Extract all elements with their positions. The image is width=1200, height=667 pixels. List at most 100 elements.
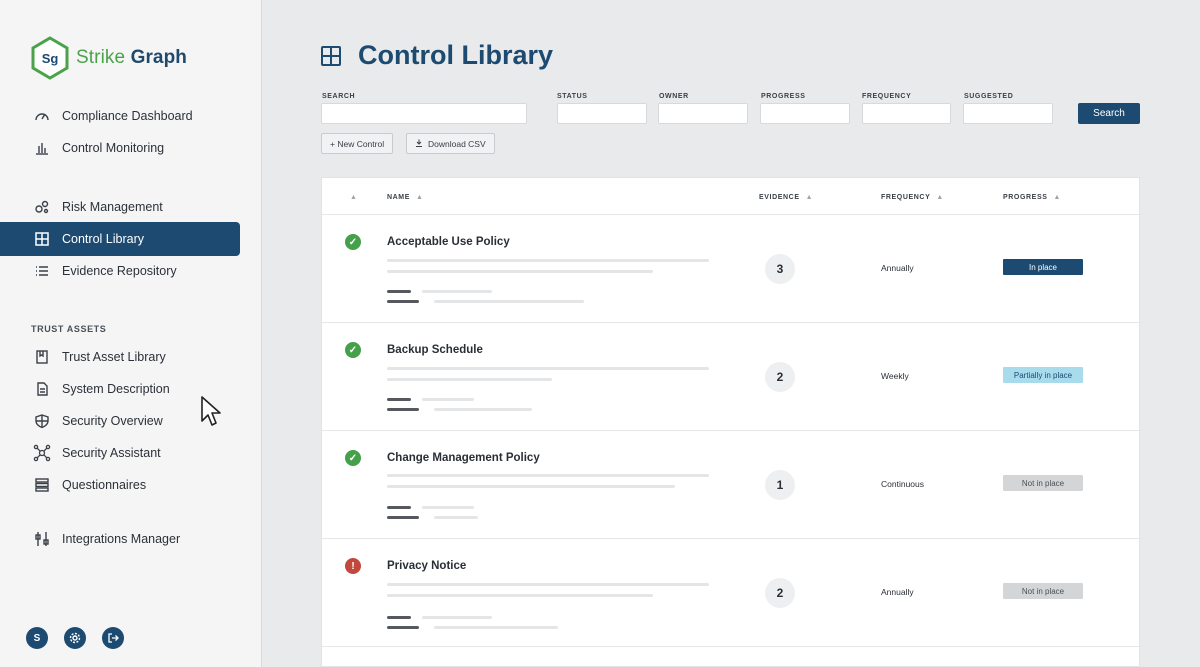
placeholder-line — [434, 300, 584, 303]
filter-label-owner: OWNER — [659, 93, 689, 100]
page-title-text: Control Library — [358, 40, 554, 70]
column-header-name[interactable]: NAME ▲ — [387, 194, 424, 201]
control-name[interactable]: Change Management Policy — [387, 452, 540, 464]
page-title: Control Library — [320, 40, 553, 71]
progress-filter[interactable] — [760, 103, 850, 124]
column-header-label: PROGRESS — [1003, 194, 1048, 201]
logo[interactable]: Sg Strike Graph — [30, 36, 187, 80]
sort-icon: ▲ — [805, 194, 814, 201]
search-input[interactable] — [321, 103, 527, 124]
alert-icon: ! — [345, 558, 361, 574]
column-header-label: NAME — [387, 194, 411, 201]
nav-label: Evidence Repository — [62, 264, 177, 278]
download-csv-button[interactable]: Download CSV — [406, 133, 495, 154]
placeholder-line — [422, 398, 474, 401]
stack-icon — [32, 475, 52, 495]
owner-filter[interactable] — [658, 103, 748, 124]
control-name[interactable]: Acceptable Use Policy — [387, 236, 510, 248]
network-icon — [32, 443, 52, 463]
nav-label: Security Assistant — [62, 446, 161, 460]
placeholder-line — [387, 398, 411, 401]
bar-chart-icon — [32, 138, 52, 158]
table-row[interactable]: ✓ Backup Schedule 2 Weekly Partially in … — [322, 323, 1139, 431]
table-row[interactable]: ✓ Acceptable Use Policy 3 Annually In pl… — [322, 215, 1139, 323]
risk-circles-icon — [32, 197, 52, 217]
nav-label: Integrations Manager — [62, 532, 181, 546]
frequency-value: Weekly — [881, 371, 909, 381]
nav-questionnaires[interactable]: Questionnaires — [0, 468, 240, 502]
placeholder-line — [422, 506, 474, 509]
controls-table: ▲ NAME ▲ EVIDENCE ▲ FREQUENCY ▲ PROGRESS ▲ ✓… — [321, 177, 1140, 667]
nav-trust-asset-library[interactable]: Trust Asset Library — [0, 340, 240, 374]
download-csv-label: Download CSV — [428, 138, 486, 149]
search-button[interactable]: Search — [1078, 103, 1140, 124]
suggested-filter[interactable] — [963, 103, 1053, 124]
frequency-filter[interactable] — [862, 103, 951, 124]
placeholder-line — [387, 259, 709, 262]
nav-compliance-dashboard[interactable]: Compliance Dashboard — [0, 99, 240, 133]
column-header-label: EVIDENCE — [759, 194, 800, 201]
book-icon — [32, 347, 52, 367]
grid-icon — [320, 45, 342, 67]
nav-security-assistant[interactable]: Security Assistant — [0, 436, 240, 470]
progress-badge: Not in place — [1003, 475, 1083, 491]
new-control-button[interactable]: + New Control — [321, 133, 394, 154]
filter-label-suggested: SUGGESTED — [964, 93, 1014, 100]
control-name[interactable]: Backup Schedule — [387, 344, 483, 356]
column-header-progress[interactable]: PROGRESS ▲ — [1003, 194, 1061, 201]
evidence-count[interactable]: 3 — [765, 254, 795, 284]
nav-label: Compliance Dashboard — [62, 109, 193, 123]
nav-label: Security Overview — [62, 414, 163, 428]
nav-label: System Description — [62, 382, 170, 396]
document-icon — [32, 379, 52, 399]
control-name[interactable]: Privacy Notice — [387, 560, 466, 572]
frequency-value: Annually — [881, 263, 914, 273]
sort-icon: ▲ — [1053, 194, 1062, 201]
placeholder-line — [387, 485, 675, 488]
brand-name-part1: Strike — [76, 47, 126, 68]
grid-icon — [32, 229, 52, 249]
nav-control-monitoring[interactable]: Control Monitoring — [0, 131, 240, 165]
table-row[interactable]: ✓ Change Management Policy 1 Continuous … — [322, 431, 1139, 539]
nav-label: Control Library — [62, 232, 144, 246]
shield-icon — [32, 411, 52, 431]
placeholder-line — [387, 290, 411, 293]
user-initial: S — [33, 632, 41, 644]
frequency-value: Continuous — [881, 479, 925, 489]
column-header-evidence[interactable]: EVIDENCE ▲ — [759, 194, 813, 201]
placeholder-line — [387, 516, 419, 519]
sidebar: Sg Strike Graph Compliance Dashboard Con… — [0, 0, 262, 667]
nav-risk-management[interactable]: Risk Management — [0, 190, 240, 224]
placeholder-line — [387, 594, 653, 597]
placeholder-line — [387, 408, 419, 411]
column-header-label: FREQUENCY — [881, 194, 931, 201]
user-avatar[interactable]: S — [26, 627, 48, 649]
evidence-count[interactable]: 2 — [765, 362, 795, 392]
check-icon: ✓ — [345, 342, 361, 358]
placeholder-line — [387, 367, 709, 370]
filter-label-status: STATUS — [557, 93, 588, 100]
evidence-count[interactable]: 1 — [765, 470, 795, 500]
column-header-frequency[interactable]: FREQUENCY ▲ — [881, 194, 944, 201]
evidence-count[interactable]: 2 — [765, 578, 795, 608]
nav-evidence-repository[interactable]: Evidence Repository — [0, 254, 240, 288]
nav-integrations-manager[interactable]: Integrations Manager — [0, 522, 240, 556]
column-header-status[interactable]: ▲ — [350, 194, 358, 201]
placeholder-line — [387, 300, 419, 303]
filter-label-frequency: FREQUENCY — [862, 93, 912, 100]
placeholder-line — [387, 626, 419, 629]
placeholder-line — [387, 583, 709, 586]
nav-control-library[interactable]: Control Library — [0, 222, 240, 256]
sort-icon: ▲ — [350, 194, 358, 201]
brand-name-part2: Graph — [130, 47, 188, 68]
progress-badge: Not in place — [1003, 583, 1083, 599]
gear-icon[interactable] — [64, 627, 86, 649]
svg-text:Sg: Sg — [42, 51, 59, 66]
status-filter[interactable] — [557, 103, 647, 124]
logout-icon[interactable] — [102, 627, 124, 649]
check-icon: ✓ — [345, 234, 361, 250]
nav-label: Control Monitoring — [62, 141, 165, 155]
download-icon — [415, 139, 423, 149]
list-icon — [32, 261, 52, 281]
table-row[interactable]: ! Privacy Notice 2 Annually Not in place — [322, 539, 1139, 647]
